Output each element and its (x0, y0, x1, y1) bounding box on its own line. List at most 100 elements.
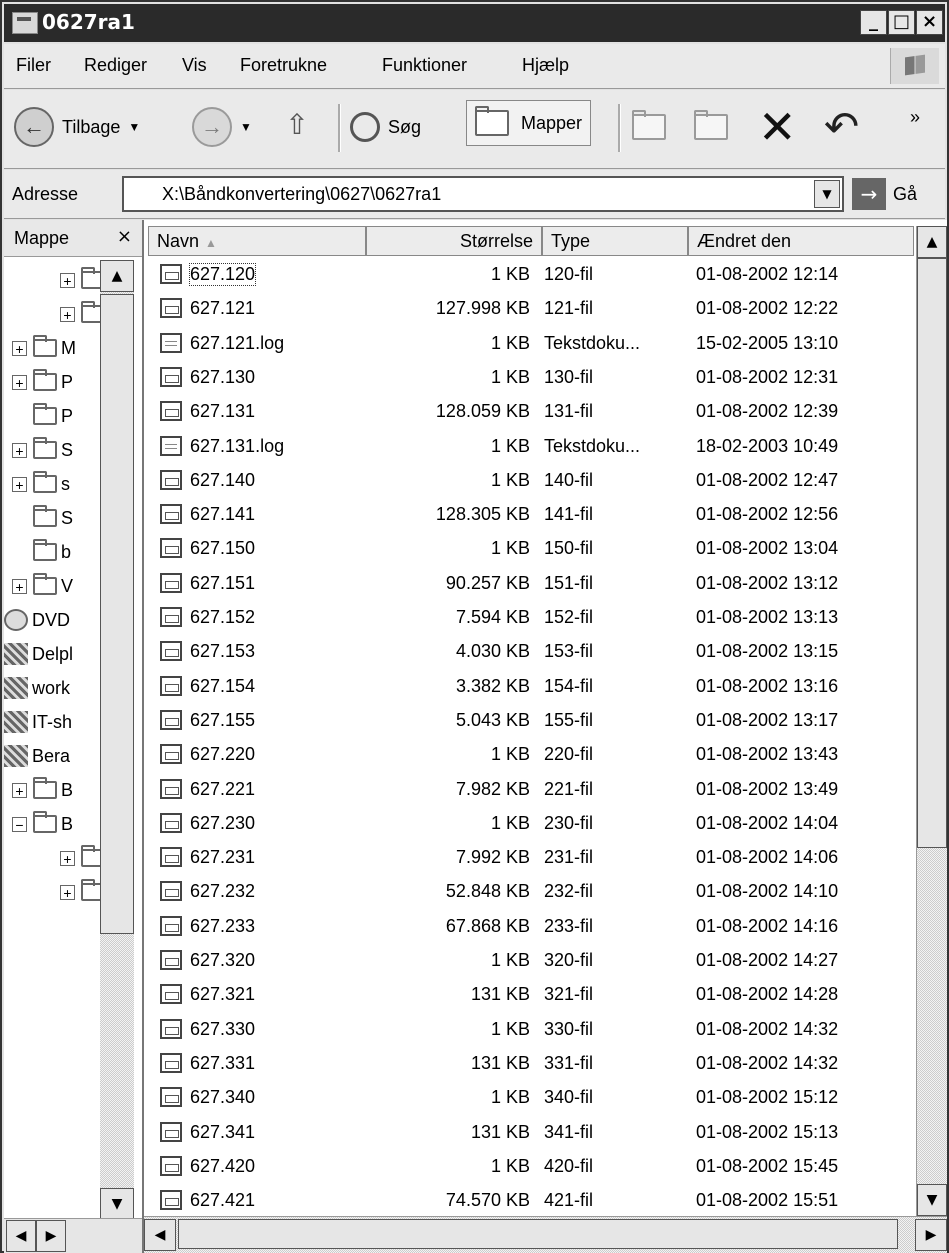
expand-plus-icon[interactable]: + (60, 850, 75, 866)
expand-plus-icon[interactable]: + (12, 782, 27, 798)
file-row[interactable]: 627.152 7.594 KB 152-fil 01-08-2002 13:13 (144, 601, 910, 635)
folder-tree-item[interactable]: + s (12, 468, 70, 500)
close-button[interactable]: × (916, 10, 943, 35)
search-button[interactable]: Søg (350, 100, 421, 154)
file-row[interactable]: 627.121 127.998 KB 121-fil 01-08-2002 12:22 (144, 292, 910, 326)
folder-tree-item[interactable]: Bera (4, 740, 70, 772)
file-list-scroll-thumb[interactable] (917, 258, 947, 848)
back-dropdown-icon[interactable]: ▼ (128, 120, 140, 134)
title-bar[interactable]: 0627ra1 _ □ × (4, 4, 945, 42)
file-row[interactable]: 627.131 128.059 KB 131-fil 01-08-2002 12:39 (144, 395, 910, 429)
folder-tree-item[interactable]: b (12, 536, 71, 568)
expand-plus-icon[interactable]: + (12, 374, 27, 390)
go-arrow-icon[interactable]: → (852, 178, 886, 210)
folders-vertical-scrollbar[interactable]: ▲ ▼ (100, 260, 134, 1220)
folder-tree-item[interactable]: DVD (4, 604, 70, 636)
copy-to-button[interactable] (694, 100, 732, 154)
file-row[interactable]: 627.130 1 KB 130-fil 01-08-2002 12:31 (144, 361, 910, 395)
column-type[interactable]: Type (542, 226, 688, 256)
move-to-button[interactable] (632, 100, 670, 154)
folder-tree-item[interactable]: IT-sh (4, 706, 72, 738)
folder-tree-item[interactable]: work (4, 672, 70, 704)
column-name[interactable]: Navn ▲ (148, 226, 366, 256)
folder-tree-item[interactable]: + V (12, 570, 73, 602)
file-row[interactable]: 627.121.log 1 KB Tekstdoku... 15-02-2005 13… (144, 327, 910, 361)
address-dropdown-icon[interactable]: ▼ (814, 180, 840, 208)
file-row[interactable]: 627.420 1 KB 420-fil 01-08-2002 15:45 (144, 1150, 910, 1184)
file-list-vertical-scrollbar[interactable]: ▲ ▼ (916, 226, 947, 1216)
file-row[interactable]: 627.154 3.382 KB 154-fil 01-08-2002 13:16 (144, 670, 910, 704)
file-row[interactable]: 627.320 1 KB 320-fil 01-08-2002 14:27 (144, 944, 910, 978)
scroll-up-arrow-icon[interactable]: ▲ (100, 260, 134, 292)
file-row[interactable]: 627.221 7.982 KB 221-fil 01-08-2002 13:49 (144, 773, 910, 807)
file-row[interactable]: 627.141 128.305 KB 141-fil 01-08-2002 12:56 (144, 498, 910, 532)
expand-plus-icon[interactable]: + (12, 442, 27, 458)
folder-tree-item[interactable]: + M (12, 332, 76, 364)
folder-tree-item[interactable]: S (12, 502, 73, 534)
delete-button[interactable]: ✕ (758, 100, 797, 154)
collapse-minus-icon[interactable]: − (12, 816, 27, 832)
file-row[interactable]: 627.140 1 KB 140-fil 01-08-2002 12:47 (144, 464, 910, 498)
file-row[interactable]: 627.331 131 KB 331-fil 01-08-2002 14:32 (144, 1047, 910, 1081)
folders-toggle-button[interactable]: Mapper (466, 100, 592, 146)
folder-tree-item[interactable]: Delpl (4, 638, 73, 670)
folder-tree-item[interactable]: − B (12, 808, 73, 840)
expand-plus-icon[interactable]: + (60, 884, 75, 900)
up-folder-button[interactable]: ⇧ (280, 100, 314, 154)
file-row[interactable]: 627.330 1 KB 330-fil 01-08-2002 14:32 (144, 1013, 910, 1047)
folders-horizontal-scrollbar[interactable]: ◀ ▶ (4, 1218, 142, 1253)
scroll-down-arrow-icon[interactable]: ▼ (917, 1184, 947, 1216)
menu-foretrukne[interactable]: Foretrukne (240, 55, 327, 76)
file-row[interactable]: 627.321 131 KB 321-fil 01-08-2002 14:28 (144, 978, 910, 1012)
forward-dropdown-icon[interactable]: ▼ (240, 120, 252, 134)
expand-plus-icon[interactable]: + (12, 340, 27, 356)
menu-hjaelp[interactable]: Hjælp (522, 55, 569, 76)
file-row[interactable]: 627.232 52.848 KB 232-fil 01-08-2002 14:10 (144, 875, 910, 909)
file-row[interactable]: 627.230 1 KB 230-fil 01-08-2002 14:04 (144, 807, 910, 841)
file-row[interactable]: 627.150 1 KB 150-fil 01-08-2002 13:04 (144, 532, 910, 566)
menu-funktioner[interactable]: Funktioner (382, 55, 467, 76)
file-row[interactable]: 627.151 90.257 KB 151-fil 01-08-2002 13:12 (144, 567, 910, 601)
file-list-hscroll-thumb[interactable] (178, 1219, 898, 1249)
folders-scroll-thumb[interactable] (100, 294, 134, 934)
menu-rediger[interactable]: Rediger (84, 55, 147, 76)
file-row[interactable]: 627.120 1 KB 120-fil 01-08-2002 12:14 (144, 258, 910, 292)
folder-tree-item[interactable]: P (12, 400, 73, 432)
expand-plus-icon[interactable]: + (60, 272, 75, 288)
file-row[interactable]: 627.220 1 KB 220-fil 01-08-2002 13:43 (144, 738, 910, 772)
undo-button[interactable]: ↶ (824, 100, 859, 154)
menu-filer[interactable]: Filer (16, 55, 51, 76)
folder-tree-item[interactable]: + B (12, 774, 73, 806)
scroll-right-arrow-icon[interactable]: ▶ (915, 1219, 947, 1251)
file-row[interactable]: 627.340 1 KB 340-fil 01-08-2002 15:12 (144, 1081, 910, 1115)
file-list-horizontal-scrollbar[interactable]: ◀ ▶ (144, 1216, 947, 1253)
address-input[interactable]: X:\Båndkonvertering\0627\0627ra1 ▼ (122, 176, 844, 212)
folder-tree-item[interactable]: + S (12, 434, 73, 466)
file-row[interactable]: 627.231 7.992 KB 231-fil 01-08-2002 14:06 (144, 841, 910, 875)
menu-vis[interactable]: Vis (182, 55, 207, 76)
maximize-button[interactable]: □ (888, 10, 915, 35)
folder-tree-item[interactable]: + P (12, 366, 73, 398)
file-row[interactable]: 627.233 67.868 KB 233-fil 01-08-2002 14:16 (144, 910, 910, 944)
forward-button[interactable]: → ▼ (192, 100, 252, 154)
column-size[interactable]: Størrelse (366, 226, 542, 256)
go-button-label[interactable]: Gå (893, 184, 917, 205)
scroll-left-arrow-icon[interactable]: ◀ (144, 1219, 176, 1251)
back-button[interactable]: ← Tilbage ▼ (14, 100, 140, 154)
folders-pane-close-button[interactable]: × (117, 226, 132, 247)
file-row[interactable]: 627.155 5.043 KB 155-fil 01-08-2002 13:17 (144, 704, 910, 738)
file-row[interactable]: 627.341 131 KB 341-fil 01-08-2002 15:13 (144, 1116, 910, 1150)
minimize-button[interactable]: _ (860, 10, 887, 35)
scroll-up-arrow-icon[interactable]: ▲ (917, 226, 947, 258)
scroll-down-arrow-icon[interactable]: ▼ (100, 1188, 134, 1220)
column-modified[interactable]: Ændret den (688, 226, 914, 256)
file-row[interactable]: 627.421 74.570 KB 421-fil 01-08-2002 15:51 (144, 1184, 910, 1218)
file-row[interactable]: 627.153 4.030 KB 153-fil 01-08-2002 13:15 (144, 635, 910, 669)
expand-plus-icon[interactable]: + (12, 476, 27, 492)
scroll-left-arrow-icon[interactable]: ◀ (6, 1220, 36, 1252)
expand-plus-icon[interactable]: + (60, 306, 75, 322)
scroll-right-arrow-icon[interactable]: ▶ (36, 1220, 66, 1252)
toolbar-more-button[interactable]: » (910, 102, 920, 132)
expand-plus-icon[interactable]: + (12, 578, 27, 594)
file-row[interactable]: 627.131.log 1 KB Tekstdoku... 18-02-2003 10… (144, 430, 910, 464)
